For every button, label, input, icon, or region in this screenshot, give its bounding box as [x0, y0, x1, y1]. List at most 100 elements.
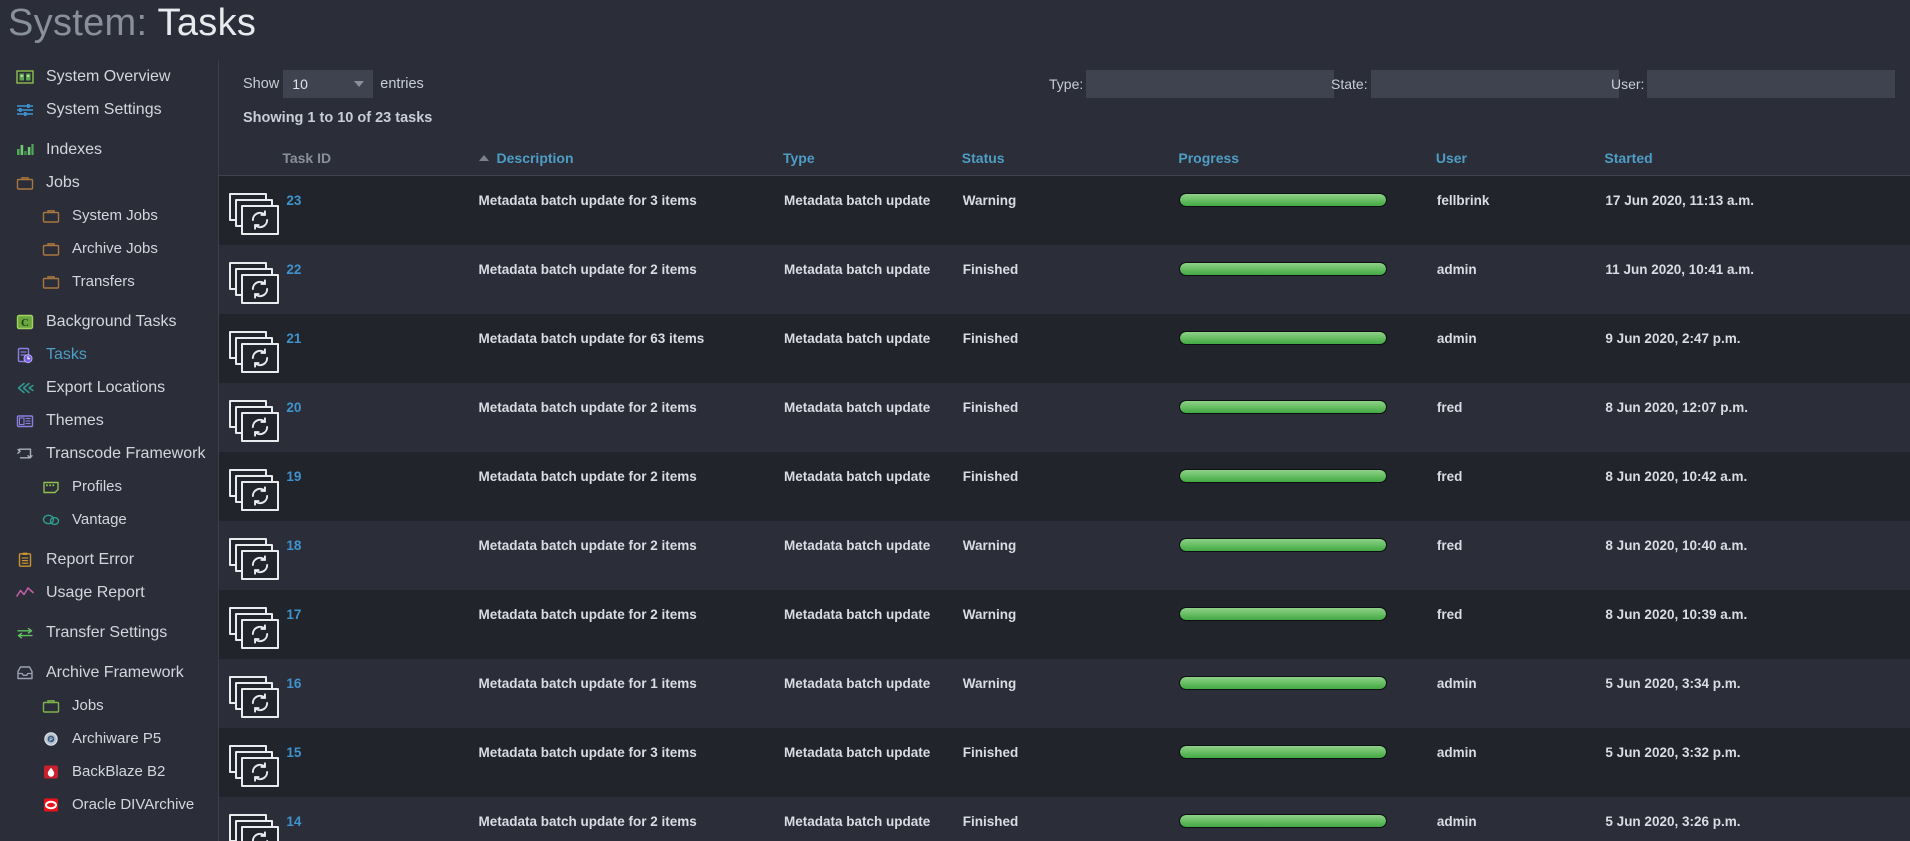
column-header-started[interactable]: Started	[1604, 142, 1910, 176]
task-progress-cell	[1178, 176, 1435, 245]
progress-bar	[1179, 537, 1388, 552]
sidebar-item-label: Archiware P5	[72, 730, 162, 747]
sidebar-item-backblaze-b2[interactable]: BackBlaze B2	[0, 755, 218, 788]
sidebar-item-system-jobs[interactable]: System Jobs	[0, 199, 218, 232]
sidebar-item-report-error[interactable]: Report Error	[0, 543, 218, 576]
column-header-type[interactable]: Type	[782, 142, 962, 176]
table-row[interactable]: 16 Metadata batch update for 1 items Metad…	[219, 658, 1910, 728]
entries-per-page-select[interactable]: 10	[283, 70, 374, 98]
archive-tray-icon	[14, 663, 36, 683]
table-row[interactable]: 21 Metadata batch update for 63 items Meta…	[219, 313, 1910, 383]
task-id-link[interactable]: 18	[286, 538, 301, 553]
sidebar-item-system-overview[interactable]: System Overview	[0, 60, 218, 93]
table-row[interactable]: 23 Metadata batch update for 3 items Metad…	[219, 175, 1910, 245]
task-id-link[interactable]: 15	[286, 745, 301, 760]
filter-user-input[interactable]	[1647, 70, 1896, 98]
briefcase-green-icon	[40, 696, 62, 716]
task-status-cell: Finished	[962, 744, 1019, 760]
task-sync-icon	[229, 813, 281, 841]
table-row[interactable]: 15 Metadata batch update for 3 items Metad…	[219, 727, 1910, 797]
sidebar-item-jobs[interactable]: Jobs	[0, 689, 218, 722]
sidebar-item-vantage[interactable]: Vantage	[0, 503, 218, 536]
task-id-link[interactable]: 23	[286, 193, 301, 208]
task-id-cell: 20	[282, 383, 478, 452]
task-description-cell: Metadata batch update for 2 items	[478, 537, 697, 553]
briefcase-icon	[40, 272, 62, 292]
task-user-cell: admin	[1436, 744, 1477, 760]
sidebar-item-background-tasks[interactable]: C Background Tasks	[0, 305, 218, 338]
task-id-link[interactable]: 21	[286, 331, 301, 346]
column-header-task-id-label: Task ID	[282, 150, 332, 166]
sidebar-item-transcode-framework[interactable]: Transcode Framework	[0, 437, 218, 470]
sidebar-item-oracle-divarchive[interactable]: Oracle DIVArchive	[0, 788, 218, 821]
filter-state: State:	[1331, 70, 1619, 98]
progress-bar	[1179, 675, 1388, 690]
task-user-cell: admin	[1436, 330, 1477, 346]
task-icon-cell	[219, 797, 282, 841]
task-sync-icon	[229, 606, 281, 655]
sidebar-item-archive-jobs[interactable]: Archive Jobs	[0, 232, 218, 265]
task-id-link[interactable]: 19	[286, 469, 301, 484]
sidebar-item-themes[interactable]: Themes	[0, 404, 218, 437]
sidebar-item-profiles[interactable]: Profiles	[0, 470, 218, 503]
table-row[interactable]: 17 Metadata batch update for 2 items Metad…	[219, 589, 1910, 659]
table-row[interactable]: 22 Metadata batch update for 2 items Metad…	[219, 244, 1910, 314]
task-id-link[interactable]: 22	[286, 262, 301, 277]
filter-state-label: State:	[1331, 76, 1368, 92]
task-started-cell: 8 Jun 2020, 10:40 a.m.	[1605, 537, 1748, 553]
task-id-link[interactable]: 14	[286, 814, 301, 829]
themes-icon	[14, 411, 36, 431]
sort-ascending-icon	[478, 155, 489, 161]
task-type-cell: Metadata batch update	[783, 261, 931, 277]
table-row[interactable]: 14 Metadata batch update for 2 items Metad…	[219, 796, 1910, 841]
task-description-cell: Metadata batch update for 2 items	[478, 261, 697, 277]
task-status-cell: Finished	[962, 468, 1019, 484]
sidebar-item-label: Jobs	[46, 173, 80, 191]
task-id-link[interactable]: 20	[286, 400, 301, 415]
column-header-user[interactable]: User	[1435, 142, 1605, 176]
task-id-link[interactable]: 16	[286, 676, 301, 691]
sidebar-item-transfer-settings[interactable]: Transfer Settings	[0, 616, 218, 649]
task-type-cell: Metadata batch update	[783, 606, 931, 622]
sidebar-item-system-settings[interactable]: System Settings	[0, 93, 218, 126]
show-label: Show	[243, 76, 280, 92]
sidebar-item-indexes[interactable]: Indexes	[0, 133, 218, 166]
task-user-cell: fred	[1436, 537, 1463, 553]
filter-state-input[interactable]	[1370, 70, 1619, 98]
sidebar-item-label: Transfers	[72, 273, 135, 290]
task-status-cell: Warning	[962, 537, 1017, 553]
column-header-description[interactable]: Description	[478, 142, 783, 176]
filter-type-input[interactable]	[1086, 70, 1335, 98]
page-title-page: Tasks	[157, 2, 257, 44]
sidebar-item-usage-report[interactable]: Usage Report	[0, 576, 218, 609]
page-title-separator: :	[136, 2, 148, 44]
profiles-icon	[40, 477, 62, 497]
task-id-cell: 21	[282, 314, 478, 383]
task-started-cell: 8 Jun 2020, 12:07 p.m.	[1605, 399, 1748, 415]
column-header-status-label: Status	[961, 150, 1005, 166]
table-row[interactable]: 18 Metadata batch update for 2 items Metad…	[219, 520, 1910, 590]
task-progress-cell	[1178, 659, 1435, 728]
task-status-cell: Finished	[962, 399, 1019, 415]
task-type-cell: Metadata batch update	[783, 330, 931, 346]
task-type-cell: Metadata batch update	[783, 399, 931, 415]
table-row[interactable]: 19 Metadata batch update for 2 items Metad…	[219, 451, 1910, 521]
table-row[interactable]: 20 Metadata batch update for 2 items Metad…	[219, 382, 1910, 452]
progress-bar	[1179, 744, 1388, 759]
sidebar-divider	[0, 649, 218, 656]
sidebar-item-jobs[interactable]: Jobs	[0, 166, 218, 199]
column-header-progress[interactable]: Progress	[1178, 142, 1436, 176]
column-header-status[interactable]: Status	[961, 142, 1179, 176]
sidebar-item-transfers[interactable]: Transfers	[0, 265, 218, 298]
sidebar-item-tasks[interactable]: Tasks	[0, 338, 218, 371]
sidebar-item-export-locations[interactable]: Export Locations	[0, 371, 218, 404]
sidebar-item-archive-framework[interactable]: Archive Framework	[0, 656, 218, 689]
column-header-progress-label: Progress	[1178, 150, 1240, 166]
progress-bar	[1179, 813, 1388, 828]
sidebar-item-archiware-p5[interactable]: P Archiware P5	[0, 722, 218, 755]
sidebar-item-label: Profiles	[72, 478, 123, 495]
task-sync-icon	[229, 744, 281, 793]
sidebar-item-label: Tasks	[46, 345, 87, 363]
column-header-task-id[interactable]: Task ID	[282, 142, 479, 176]
task-id-link[interactable]: 17	[286, 607, 301, 622]
